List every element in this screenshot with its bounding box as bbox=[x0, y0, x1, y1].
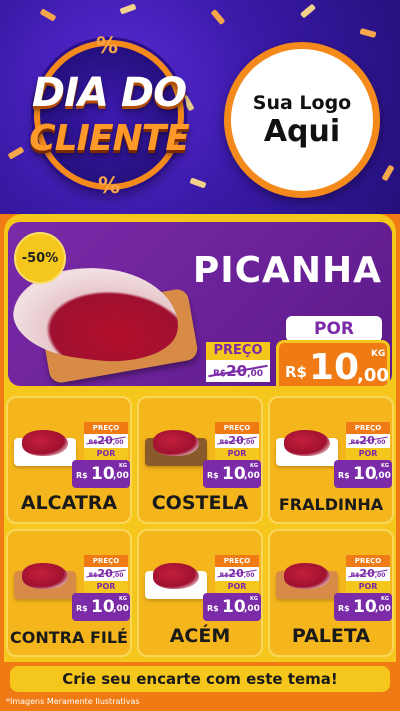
preco-label: PREÇO bbox=[346, 422, 390, 434]
new-price-box: R$ 10,00 KG bbox=[72, 593, 130, 621]
product-card: PREÇO R$20,00 POR R$10,00KG FRALDINHA bbox=[268, 396, 394, 524]
new-price-currency: R$ bbox=[207, 471, 219, 480]
new-price-box: R$ 10 ,00 KG bbox=[276, 340, 390, 386]
badge-title-line1: DIA DO bbox=[31, 70, 187, 116]
old-price-dec: ,00 bbox=[374, 572, 386, 579]
new-price-dec: ,00 bbox=[244, 471, 260, 481]
new-price-currency: R$ bbox=[285, 363, 307, 381]
new-price-currency: R$ bbox=[76, 604, 88, 613]
preco-label: PREÇO bbox=[215, 422, 259, 434]
product-name: ACÉM bbox=[169, 625, 231, 647]
badge-title-line2: CLIENTE bbox=[29, 118, 190, 159]
new-price-dec: ,00 bbox=[113, 471, 129, 481]
confetti bbox=[381, 164, 395, 182]
por-label: POR bbox=[84, 581, 128, 593]
product-name: PALETA bbox=[291, 625, 371, 647]
dia-do-cliente-badge: % DIA DO CLIENTE % bbox=[14, 34, 204, 200]
preco-label: PREÇO bbox=[84, 555, 128, 567]
por-label: POR bbox=[346, 448, 390, 460]
new-price-dec: ,00 bbox=[375, 471, 391, 481]
new-price-box: R$ 10,00 KG bbox=[334, 593, 392, 621]
confetti bbox=[359, 28, 377, 38]
product-name: CONTRA FILÉ bbox=[10, 628, 128, 647]
unit-label: KG bbox=[119, 463, 127, 469]
product-image bbox=[145, 561, 207, 599]
new-price-int: 10 bbox=[91, 464, 115, 484]
product-name: COSTELA bbox=[151, 492, 249, 514]
header-banner: % DIA DO CLIENTE % Sua Logo Aqui bbox=[0, 0, 400, 214]
new-price-currency: R$ bbox=[338, 471, 350, 480]
confetti bbox=[39, 8, 57, 22]
product-name: FRALDINHA bbox=[278, 495, 384, 514]
new-price-dec: ,00 bbox=[357, 365, 389, 386]
unit-label: KG bbox=[381, 596, 389, 602]
new-price-int: 10 bbox=[222, 597, 246, 617]
percent-icon: % bbox=[98, 174, 121, 199]
preco-label: PREÇO bbox=[206, 342, 270, 360]
unit-label: KG bbox=[250, 596, 258, 602]
new-price-box: R$ 10,00 KG bbox=[203, 593, 261, 621]
unit-label: KG bbox=[371, 349, 386, 359]
por-label: POR bbox=[84, 448, 128, 460]
new-price-box: R$ 10,00 KG bbox=[334, 460, 392, 488]
old-price-dec: ,00 bbox=[247, 369, 264, 379]
preco-label: PREÇO bbox=[346, 555, 390, 567]
logo-text-line1: Sua Logo bbox=[252, 91, 352, 114]
new-price-box: R$ 10,00 KG bbox=[203, 460, 261, 488]
new-price-int: 10 bbox=[91, 597, 115, 617]
por-label: POR bbox=[286, 316, 382, 342]
old-price-dec: ,00 bbox=[112, 439, 124, 446]
discount-badge: -50% bbox=[14, 232, 66, 284]
new-price-int: 10 bbox=[353, 464, 377, 484]
new-price-currency: R$ bbox=[76, 471, 88, 480]
cta-banner[interactable]: Crie seu encarte com este tema! bbox=[10, 666, 390, 692]
unit-label: KG bbox=[250, 463, 258, 469]
new-price-int: 10 bbox=[222, 464, 246, 484]
product-image bbox=[145, 428, 207, 466]
new-price-currency: R$ bbox=[338, 604, 350, 613]
product-image bbox=[14, 561, 76, 599]
main-panel: -50% PICANHA POR PREÇO R$20,00 R$ 10 ,00… bbox=[4, 214, 396, 394]
new-price-currency: R$ bbox=[207, 604, 219, 613]
por-label: POR bbox=[215, 448, 259, 460]
product-card: PREÇO R$20,00 POR R$10,00KG ALCATRA bbox=[6, 396, 132, 524]
percent-icon: % bbox=[96, 34, 119, 59]
new-price-dec: ,00 bbox=[244, 604, 260, 614]
product-card: PREÇO R$20,00 POR R$10,00KG PALETA bbox=[268, 529, 394, 657]
logo-placeholder: Sua Logo Aqui bbox=[224, 42, 380, 198]
unit-label: KG bbox=[119, 596, 127, 602]
disclaimer-text: *Imagens Meramente Ilustrativas bbox=[6, 697, 140, 706]
confetti bbox=[210, 8, 226, 26]
product-image bbox=[276, 428, 338, 466]
new-price-int: 10 bbox=[309, 347, 360, 386]
por-label: POR bbox=[215, 581, 259, 593]
unit-label: KG bbox=[381, 463, 389, 469]
featured-product-card: -50% PICANHA POR PREÇO R$20,00 R$ 10 ,00… bbox=[8, 222, 392, 386]
preco-label: PREÇO bbox=[84, 422, 128, 434]
product-card: PREÇO R$20,00 POR R$10,00KG CONTRA FILÉ bbox=[6, 529, 132, 657]
por-label: POR bbox=[346, 581, 390, 593]
product-card: PREÇO R$20,00 POR R$10,00KG COSTELA bbox=[137, 396, 263, 524]
product-image bbox=[276, 561, 338, 599]
confetti bbox=[119, 3, 137, 15]
old-price-box: PREÇO R$20,00 bbox=[206, 342, 276, 386]
logo-text-line2: Aqui bbox=[263, 113, 341, 149]
new-price-dec: ,00 bbox=[375, 604, 391, 614]
preco-label: PREÇO bbox=[215, 555, 259, 567]
product-name: ALCATRA bbox=[20, 492, 118, 514]
featured-product-name: PICANHA bbox=[192, 250, 382, 291]
new-price-dec: ,00 bbox=[113, 604, 129, 614]
old-price-dec: ,00 bbox=[243, 572, 255, 579]
product-card: PREÇO R$20,00 POR R$10,00KG ACÉM bbox=[137, 529, 263, 657]
old-price-dec: ,00 bbox=[243, 439, 255, 446]
new-price-box: R$ 10,00 KG bbox=[72, 460, 130, 488]
new-price-int: 10 bbox=[353, 597, 377, 617]
old-price-dec: ,00 bbox=[112, 572, 124, 579]
confetti bbox=[299, 3, 317, 19]
product-image bbox=[14, 428, 76, 466]
old-price-dec: ,00 bbox=[374, 439, 386, 446]
product-grid: PREÇO R$20,00 POR R$10,00KG ALCATRA PREÇ… bbox=[4, 394, 396, 662]
